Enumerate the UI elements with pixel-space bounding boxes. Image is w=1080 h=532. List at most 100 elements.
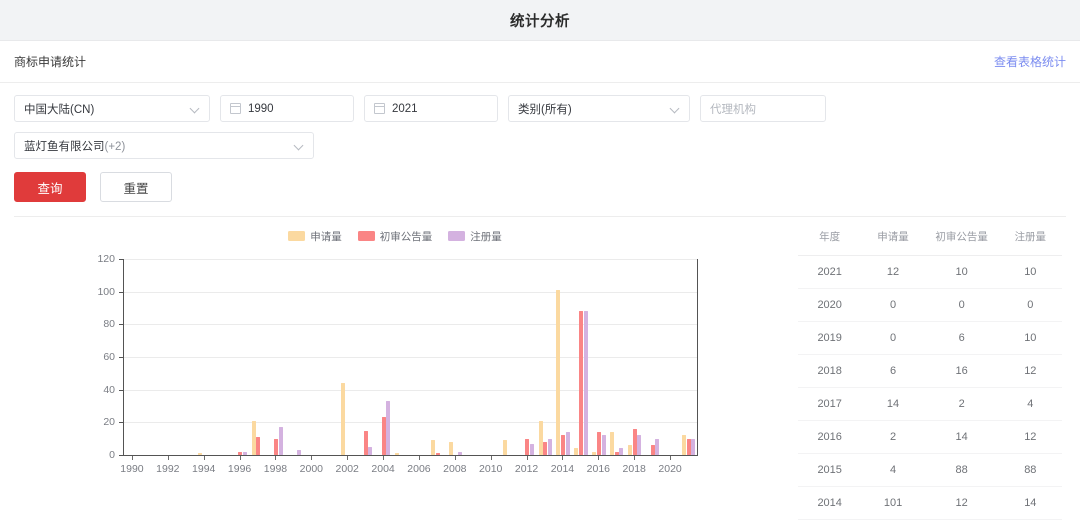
x-axis-tick-label: 2010	[479, 463, 503, 475]
x-axis-tick-mark	[275, 456, 277, 460]
chevron-down-icon	[295, 141, 304, 150]
chart-bar[interactable]	[368, 446, 373, 455]
year-to-input[interactable]: 2021	[364, 95, 498, 122]
chevron-down-icon	[191, 104, 200, 113]
y-axis-tick-mark	[119, 357, 123, 358]
chart-bar[interactable]	[579, 311, 583, 455]
table-row[interactable]: 2018 6 16 12	[798, 354, 1062, 388]
agency-input[interactable]: 代理机构	[700, 95, 826, 122]
chart-bar[interactable]	[637, 435, 642, 455]
company-select[interactable]: 蓝灯鱼有限公司(+2)	[14, 132, 314, 159]
table-cell: 12	[998, 354, 1062, 388]
chart-bar[interactable]	[538, 420, 543, 455]
chart-bar[interactable]	[565, 432, 570, 455]
chart-bar[interactable]	[525, 438, 530, 455]
year-to-value: 2021	[392, 102, 418, 115]
gridline	[123, 389, 697, 391]
table-row[interactable]: 2021 12 10 10	[798, 255, 1062, 289]
chart-bar[interactable]	[547, 438, 552, 455]
table-cell: 14	[924, 420, 999, 454]
table-cell: 2	[861, 420, 925, 454]
category-select[interactable]: 类别(所有)	[508, 95, 690, 122]
y-axis-tick-mark	[119, 259, 123, 260]
plot-right-border	[697, 259, 698, 455]
chart-bar[interactable]	[274, 438, 279, 455]
chart-bar[interactable]	[430, 440, 435, 455]
x-axis-tick-mark	[131, 456, 133, 460]
table-cell: 2014	[798, 486, 862, 520]
table-row[interactable]: 2016 2 14 12	[798, 420, 1062, 454]
chart-bar[interactable]	[682, 435, 687, 455]
table-row[interactable]: 2020 0 0 0	[798, 288, 1062, 322]
calendar-icon	[374, 103, 385, 114]
chart-bar[interactable]	[583, 311, 588, 455]
table-row[interactable]: 2017 14 2 4	[798, 387, 1062, 421]
view-table-statistics-link[interactable]: 查看表格统计	[994, 53, 1066, 70]
chart-bar[interactable]	[596, 432, 601, 455]
chart-bar[interactable]	[278, 427, 283, 455]
table-row[interactable]: 2019 0 6 10	[798, 321, 1062, 355]
chart-bar[interactable]	[556, 290, 561, 455]
x-axis-tick-label: 2006	[407, 463, 431, 475]
chart-bar[interactable]	[632, 428, 637, 455]
legend-swatch	[448, 231, 466, 241]
table-cell: 4	[998, 387, 1062, 421]
chart-pane: 申请量 初审公告量 注册量 0 20 40 60 80 100 120 1990 1992 1994 1…	[0, 217, 790, 523]
table-cell: 2019	[798, 321, 862, 355]
chart-bar[interactable]	[381, 417, 386, 455]
table-cell: 0	[861, 288, 925, 322]
chart-bar[interactable]	[686, 438, 691, 455]
legend-item[interactable]: 初审公告量	[357, 229, 432, 244]
legend-item[interactable]: 注册量	[448, 229, 502, 244]
chart-bar[interactable]	[628, 445, 633, 455]
chart-bar[interactable]	[251, 420, 256, 455]
table-cell: 14	[861, 387, 925, 421]
x-axis-tick-mark	[383, 456, 385, 460]
chart-bar[interactable]	[691, 438, 696, 455]
table-row[interactable]: 2015 4 88 88	[798, 453, 1062, 487]
legend-swatch	[357, 231, 375, 241]
table-cell: 2020	[798, 288, 862, 322]
chart-bar[interactable]	[529, 443, 534, 455]
chart-bar[interactable]	[543, 441, 548, 455]
chart-bar[interactable]	[610, 432, 615, 455]
chart-bar[interactable]	[655, 438, 660, 455]
chart-bar[interactable]	[650, 445, 655, 455]
section-title: 商标申请统计	[14, 55, 87, 69]
chart-bar[interactable]	[256, 437, 261, 455]
y-axis-line	[123, 259, 124, 455]
country-select[interactable]: 中国大陆(CN)	[14, 95, 210, 122]
bar-chart[interactable]: 0 20 40 60 80 100 120 1990 1992 1994 1996 1998 2000 2…	[0, 243, 790, 513]
table-cell: 88	[998, 453, 1062, 487]
x-axis-tick-mark	[562, 456, 564, 460]
x-axis-tick-label: 2002	[335, 463, 359, 475]
table-cell: 10	[998, 255, 1062, 289]
x-axis-tick-label: 2016	[586, 463, 611, 475]
chart-bar[interactable]	[502, 440, 507, 455]
chart-bar[interactable]	[601, 435, 606, 455]
x-axis-tick-label: 1998	[263, 463, 288, 475]
table-cell: 2013	[798, 519, 862, 523]
chevron-down-icon	[671, 104, 680, 113]
chart-legend: 申请量 初审公告量 注册量	[0, 217, 790, 243]
plot-area	[123, 259, 697, 455]
chart-bar[interactable]	[561, 435, 566, 455]
y-axis-tick-mark	[119, 389, 123, 391]
chart-bar[interactable]	[363, 430, 368, 455]
table-row[interactable]: 201321810	[798, 519, 1062, 523]
legend-item[interactable]: 申请量	[288, 229, 342, 244]
y-axis-tick-mark	[119, 422, 123, 424]
statistics-table: 年度 申请量 初审公告量 注册量 2021 12 10 10 2020 0 0 0 2019 0 6 10 2…	[798, 217, 1062, 523]
legend-swatch	[288, 231, 306, 241]
chart-bar[interactable]	[448, 441, 453, 455]
x-axis-tick-label: 2020	[658, 463, 682, 475]
year-from-input[interactable]: 1990	[220, 95, 354, 122]
y-axis-tick-label: 60	[103, 351, 115, 363]
table-cell: 2021	[798, 255, 862, 289]
table-row[interactable]: 2014 101 12 14	[798, 486, 1062, 520]
query-button[interactable]: 查询	[14, 172, 86, 202]
table-cell: 2016	[798, 420, 862, 454]
chart-bar[interactable]	[341, 383, 346, 455]
chart-bar[interactable]	[386, 401, 391, 455]
reset-button[interactable]: 重置	[100, 172, 172, 202]
